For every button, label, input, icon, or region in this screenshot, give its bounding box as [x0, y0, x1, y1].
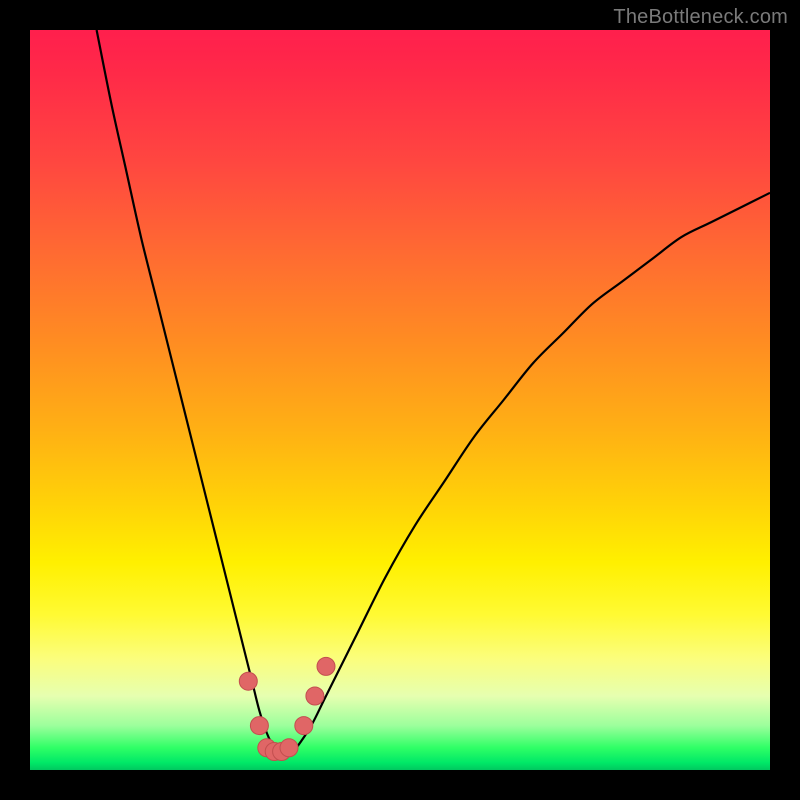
- curve-marker: [306, 687, 324, 705]
- bottleneck-curve-svg: [30, 30, 770, 770]
- curve-marker: [317, 657, 335, 675]
- bottleneck-curve: [97, 30, 770, 756]
- plot-area: [30, 30, 770, 770]
- chart-frame: TheBottleneck.com: [0, 0, 800, 800]
- curve-marker: [250, 717, 268, 735]
- curve-marker: [295, 717, 313, 735]
- curve-marker: [239, 672, 257, 690]
- curve-marker: [280, 739, 298, 757]
- watermark-text: TheBottleneck.com: [613, 6, 788, 29]
